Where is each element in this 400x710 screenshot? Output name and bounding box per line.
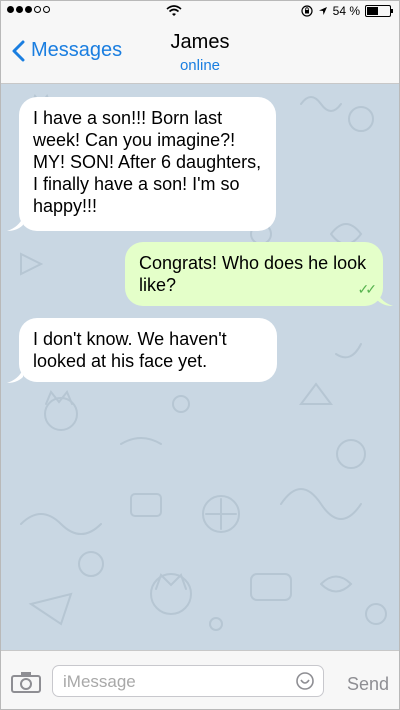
message-text: Congrats! Who does he look like? (139, 253, 367, 295)
lock-rotation-icon (301, 5, 313, 17)
message-text: I don't know. We haven't looked at his f… (33, 329, 227, 371)
navigation-bar: Messages James online (1, 21, 399, 84)
camera-icon[interactable] (11, 671, 41, 693)
microphone-icon[interactable] (295, 671, 315, 691)
contact-status: online (179, 57, 221, 74)
input-bar: iMessage Send (1, 650, 399, 709)
message-input[interactable]: iMessage (52, 665, 324, 697)
message-bubble-incoming[interactable]: I have a son!!! Born last week! Can you … (19, 97, 276, 231)
signal-dots-icon (7, 6, 50, 13)
location-arrow-icon (318, 7, 327, 15)
message-bubble-outgoing[interactable]: Congrats! Who does he look like? ✓✓ (125, 242, 383, 306)
message-text: I have a son!!! Born last week! Can you … (33, 108, 262, 216)
battery-text: 54 % (332, 4, 360, 18)
message-input-placeholder: iMessage (63, 672, 136, 691)
status-right: 54 % (301, 4, 393, 18)
send-button[interactable]: Send (347, 674, 389, 695)
read-checkmarks-icon: ✓✓ (357, 281, 378, 297)
wifi-icon (166, 5, 182, 16)
status-bar: 54 % (1, 1, 399, 21)
phone-screen: 54 % Messages James online I have a son!… (0, 0, 400, 710)
battery-icon (365, 5, 393, 17)
message-bubble-incoming[interactable]: I don't know. We haven't looked at his f… (19, 318, 277, 382)
contact-name[interactable]: James (1, 31, 399, 54)
chat-area[interactable]: I have a son!!! Born last week! Can you … (1, 84, 399, 650)
